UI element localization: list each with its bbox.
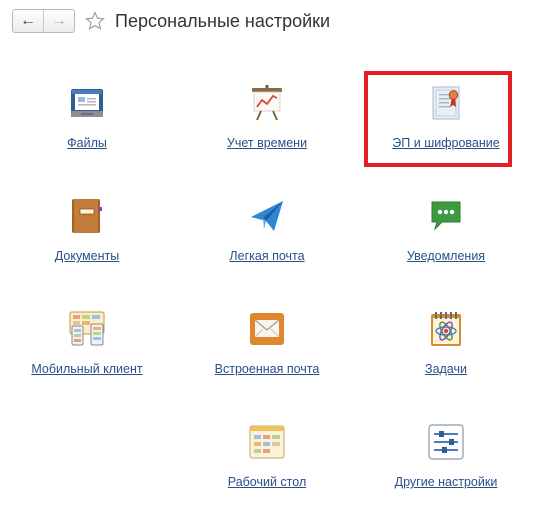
tile-label[interactable]: Уведомления xyxy=(356,249,536,263)
tile-label[interactable]: Учет времени xyxy=(177,136,357,150)
mobile-client-icon xyxy=(69,311,105,346)
envelope-icon xyxy=(250,313,284,345)
tile-notifications[interactable]: Уведомления xyxy=(356,198,536,288)
tasks-icon xyxy=(431,312,461,346)
star-icon xyxy=(85,11,105,30)
documents-icon xyxy=(72,199,102,233)
time-tracking-icon xyxy=(252,85,282,121)
arrow-right-icon: → xyxy=(51,12,67,29)
back-button[interactable]: ← xyxy=(13,10,44,32)
tile-light-mail[interactable]: Легкая почта xyxy=(177,198,357,288)
tile-label[interactable]: Другие настройки xyxy=(356,475,536,489)
favorite-button[interactable] xyxy=(85,11,105,31)
page-title: Персональные настройки xyxy=(115,10,331,31)
navigation-buttons: ← → xyxy=(12,9,75,33)
tile-label[interactable]: Мобильный клиент xyxy=(0,362,177,376)
header-bar: ← → Персональные настройки xyxy=(12,8,330,34)
tile-label[interactable]: Файлы xyxy=(0,136,177,150)
tile-documents[interactable]: Документы xyxy=(0,198,177,288)
tile-built-in-mail[interactable]: Встроенная почта xyxy=(177,311,357,401)
tile-desktop[interactable]: Рабочий стол xyxy=(177,424,357,514)
highlight-frame xyxy=(364,71,512,167)
tile-time-tracking[interactable]: Учет времени xyxy=(177,85,357,175)
sliders-icon xyxy=(428,424,464,460)
tile-other-settings[interactable]: Другие настройки xyxy=(356,424,536,514)
tile-mobile-client[interactable]: Мобильный клиент xyxy=(0,311,177,401)
tile-label[interactable]: Рабочий стол xyxy=(177,475,357,489)
tile-files[interactable]: Файлы xyxy=(0,85,177,175)
tile-label[interactable]: Документы xyxy=(0,249,177,263)
tile-label[interactable]: Задачи xyxy=(356,362,536,376)
tile-label[interactable]: Легкая почта xyxy=(177,249,357,263)
forward-button[interactable]: → xyxy=(44,10,74,32)
desktop-icon xyxy=(249,425,285,459)
tile-tasks[interactable]: Задачи xyxy=(356,311,536,401)
arrow-left-icon: ← xyxy=(20,12,36,29)
chat-bubble-icon xyxy=(431,201,461,231)
tile-label[interactable]: Встроенная почта xyxy=(177,362,357,376)
paper-plane-icon xyxy=(251,201,283,231)
files-icon xyxy=(71,89,103,117)
